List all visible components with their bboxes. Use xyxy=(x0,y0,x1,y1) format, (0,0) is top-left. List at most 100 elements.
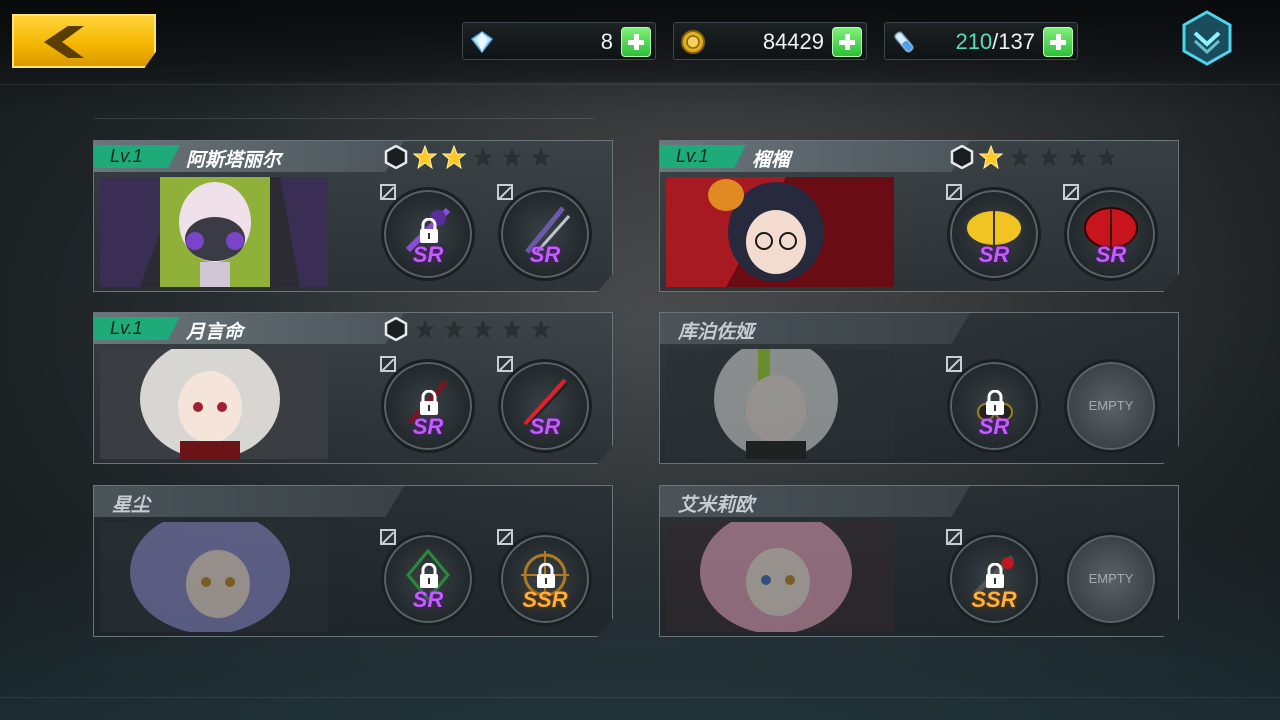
star-empty-icon xyxy=(1037,145,1061,169)
card-header: Lv.1 阿斯塔丽尔 xyxy=(94,141,612,173)
stamina-max: /137 xyxy=(992,29,1035,54)
star-empty-icon xyxy=(529,145,553,169)
star-rating xyxy=(384,317,553,341)
character-name: 艾米莉欧 xyxy=(678,494,755,516)
character-card[interactable]: 星尘 SR SSR xyxy=(93,485,613,637)
rarity-label: SR xyxy=(978,242,1010,267)
character-portrait xyxy=(666,177,894,287)
character-name: 月言命 xyxy=(186,321,244,343)
star-empty-icon xyxy=(1066,145,1090,169)
diamond-icon xyxy=(470,31,494,54)
star-rating xyxy=(384,145,553,169)
character-portrait xyxy=(666,522,894,632)
star-empty-icon xyxy=(413,317,437,341)
character-card[interactable]: Lv.1 阿斯塔丽尔 SR SR xyxy=(93,140,613,292)
character-card[interactable]: Lv.1 月言命 SR SR xyxy=(93,312,613,464)
add-diamonds-button[interactable] xyxy=(621,27,651,57)
back-button[interactable] xyxy=(12,14,156,68)
chevron-down-menu-icon xyxy=(1182,10,1232,66)
swap-icon xyxy=(497,356,513,372)
add-stamina-button[interactable] xyxy=(1043,27,1073,57)
level-badge: Lv.1 xyxy=(94,317,180,340)
character-name: 库泊佐娅 xyxy=(678,321,755,343)
rarity-label: SR xyxy=(412,242,444,267)
lock-icon xyxy=(537,563,555,588)
swap-icon xyxy=(946,529,962,545)
star-filled-icon xyxy=(413,145,437,169)
level-badge: Lv.1 xyxy=(94,145,180,168)
weapon-slot[interactable]: SR xyxy=(380,529,475,626)
card-header: 库泊佐娅 xyxy=(660,313,1178,345)
weapon-slot[interactable]: SSR xyxy=(497,529,592,626)
card-header: Lv.1 榴榴 xyxy=(660,141,1178,173)
stamina-vial-icon xyxy=(894,31,914,53)
swap-icon xyxy=(1063,184,1079,200)
card-header: 星尘 xyxy=(94,486,612,518)
lock-icon xyxy=(420,563,438,588)
card-header: 艾米莉欧 xyxy=(660,486,1178,518)
rarity-label: SSR xyxy=(522,587,568,612)
character-name: 榴榴 xyxy=(752,149,791,171)
divider xyxy=(94,118,594,119)
star-empty-icon xyxy=(529,317,553,341)
star-filled-icon xyxy=(979,145,1003,169)
gold-counter: 84429 xyxy=(673,22,867,60)
star-empty-icon xyxy=(442,317,466,341)
weapon-slot[interactable]: SR xyxy=(497,356,592,453)
character-card[interactable]: Lv.1 榴榴 SR SR xyxy=(659,140,1179,292)
hexagon-icon xyxy=(384,145,408,169)
character-portrait xyxy=(666,349,894,459)
rarity-label: SR xyxy=(412,587,444,612)
star-filled-icon xyxy=(442,145,466,169)
swap-icon xyxy=(497,529,513,545)
character-card[interactable]: 艾米莉欧 SSR EMPTY xyxy=(659,485,1179,637)
character-name: 阿斯塔丽尔 xyxy=(186,149,282,171)
chevron-left-icon xyxy=(44,26,84,58)
character-portrait xyxy=(100,177,328,287)
character-portrait xyxy=(100,522,328,632)
hexagon-icon xyxy=(384,317,408,341)
weapon-slot[interactable]: SR xyxy=(946,356,1041,453)
level-badge: Lv.1 xyxy=(660,145,746,168)
rarity-label: SR xyxy=(978,414,1010,439)
empty-label: EMPTY xyxy=(1088,571,1134,586)
weapon-slot[interactable]: SR xyxy=(380,184,475,281)
swap-icon xyxy=(380,356,396,372)
weapon-slot[interactable]: SR xyxy=(946,184,1041,281)
star-empty-icon xyxy=(1095,145,1119,169)
hexagon-icon xyxy=(950,145,974,169)
diamond-counter: 8 xyxy=(462,22,656,60)
empty-weapon-slot[interactable]: EMPTY xyxy=(1064,359,1158,453)
lock-icon xyxy=(420,390,438,415)
menu-button[interactable] xyxy=(1180,8,1234,68)
star-empty-icon xyxy=(471,145,495,169)
star-empty-icon xyxy=(500,317,524,341)
swap-icon xyxy=(380,184,396,200)
gold-count: 84429 xyxy=(762,29,824,54)
rarity-label: SSR xyxy=(971,587,1017,612)
empty-weapon-slot[interactable]: EMPTY xyxy=(1064,532,1158,626)
gold-coin-icon xyxy=(681,30,705,54)
star-empty-icon xyxy=(500,145,524,169)
character-portrait xyxy=(100,349,328,459)
swap-icon xyxy=(946,356,962,372)
swap-icon xyxy=(497,184,513,200)
weapon-slot[interactable]: SR xyxy=(380,356,475,453)
add-gold-button[interactable] xyxy=(832,27,862,57)
top-bar: 8 84429 210/137 xyxy=(0,0,1280,82)
star-rating xyxy=(950,145,1119,169)
character-name: 星尘 xyxy=(112,494,151,516)
rarity-label: SR xyxy=(529,242,561,267)
weapon-slot[interactable]: SSR xyxy=(946,529,1041,626)
weapon-slot[interactable]: SR xyxy=(497,184,592,281)
rarity-label: SR xyxy=(529,414,561,439)
swap-icon xyxy=(946,184,962,200)
swap-icon xyxy=(380,529,396,545)
empty-label: EMPTY xyxy=(1088,398,1134,413)
card-header: Lv.1 月言命 xyxy=(94,313,612,345)
weapon-slot[interactable]: SR xyxy=(1063,184,1158,281)
star-empty-icon xyxy=(1008,145,1032,169)
stamina-current: 210 xyxy=(955,29,993,54)
lock-icon xyxy=(986,563,1004,588)
character-card[interactable]: 库泊佐娅 SR EMPTY xyxy=(659,312,1179,464)
